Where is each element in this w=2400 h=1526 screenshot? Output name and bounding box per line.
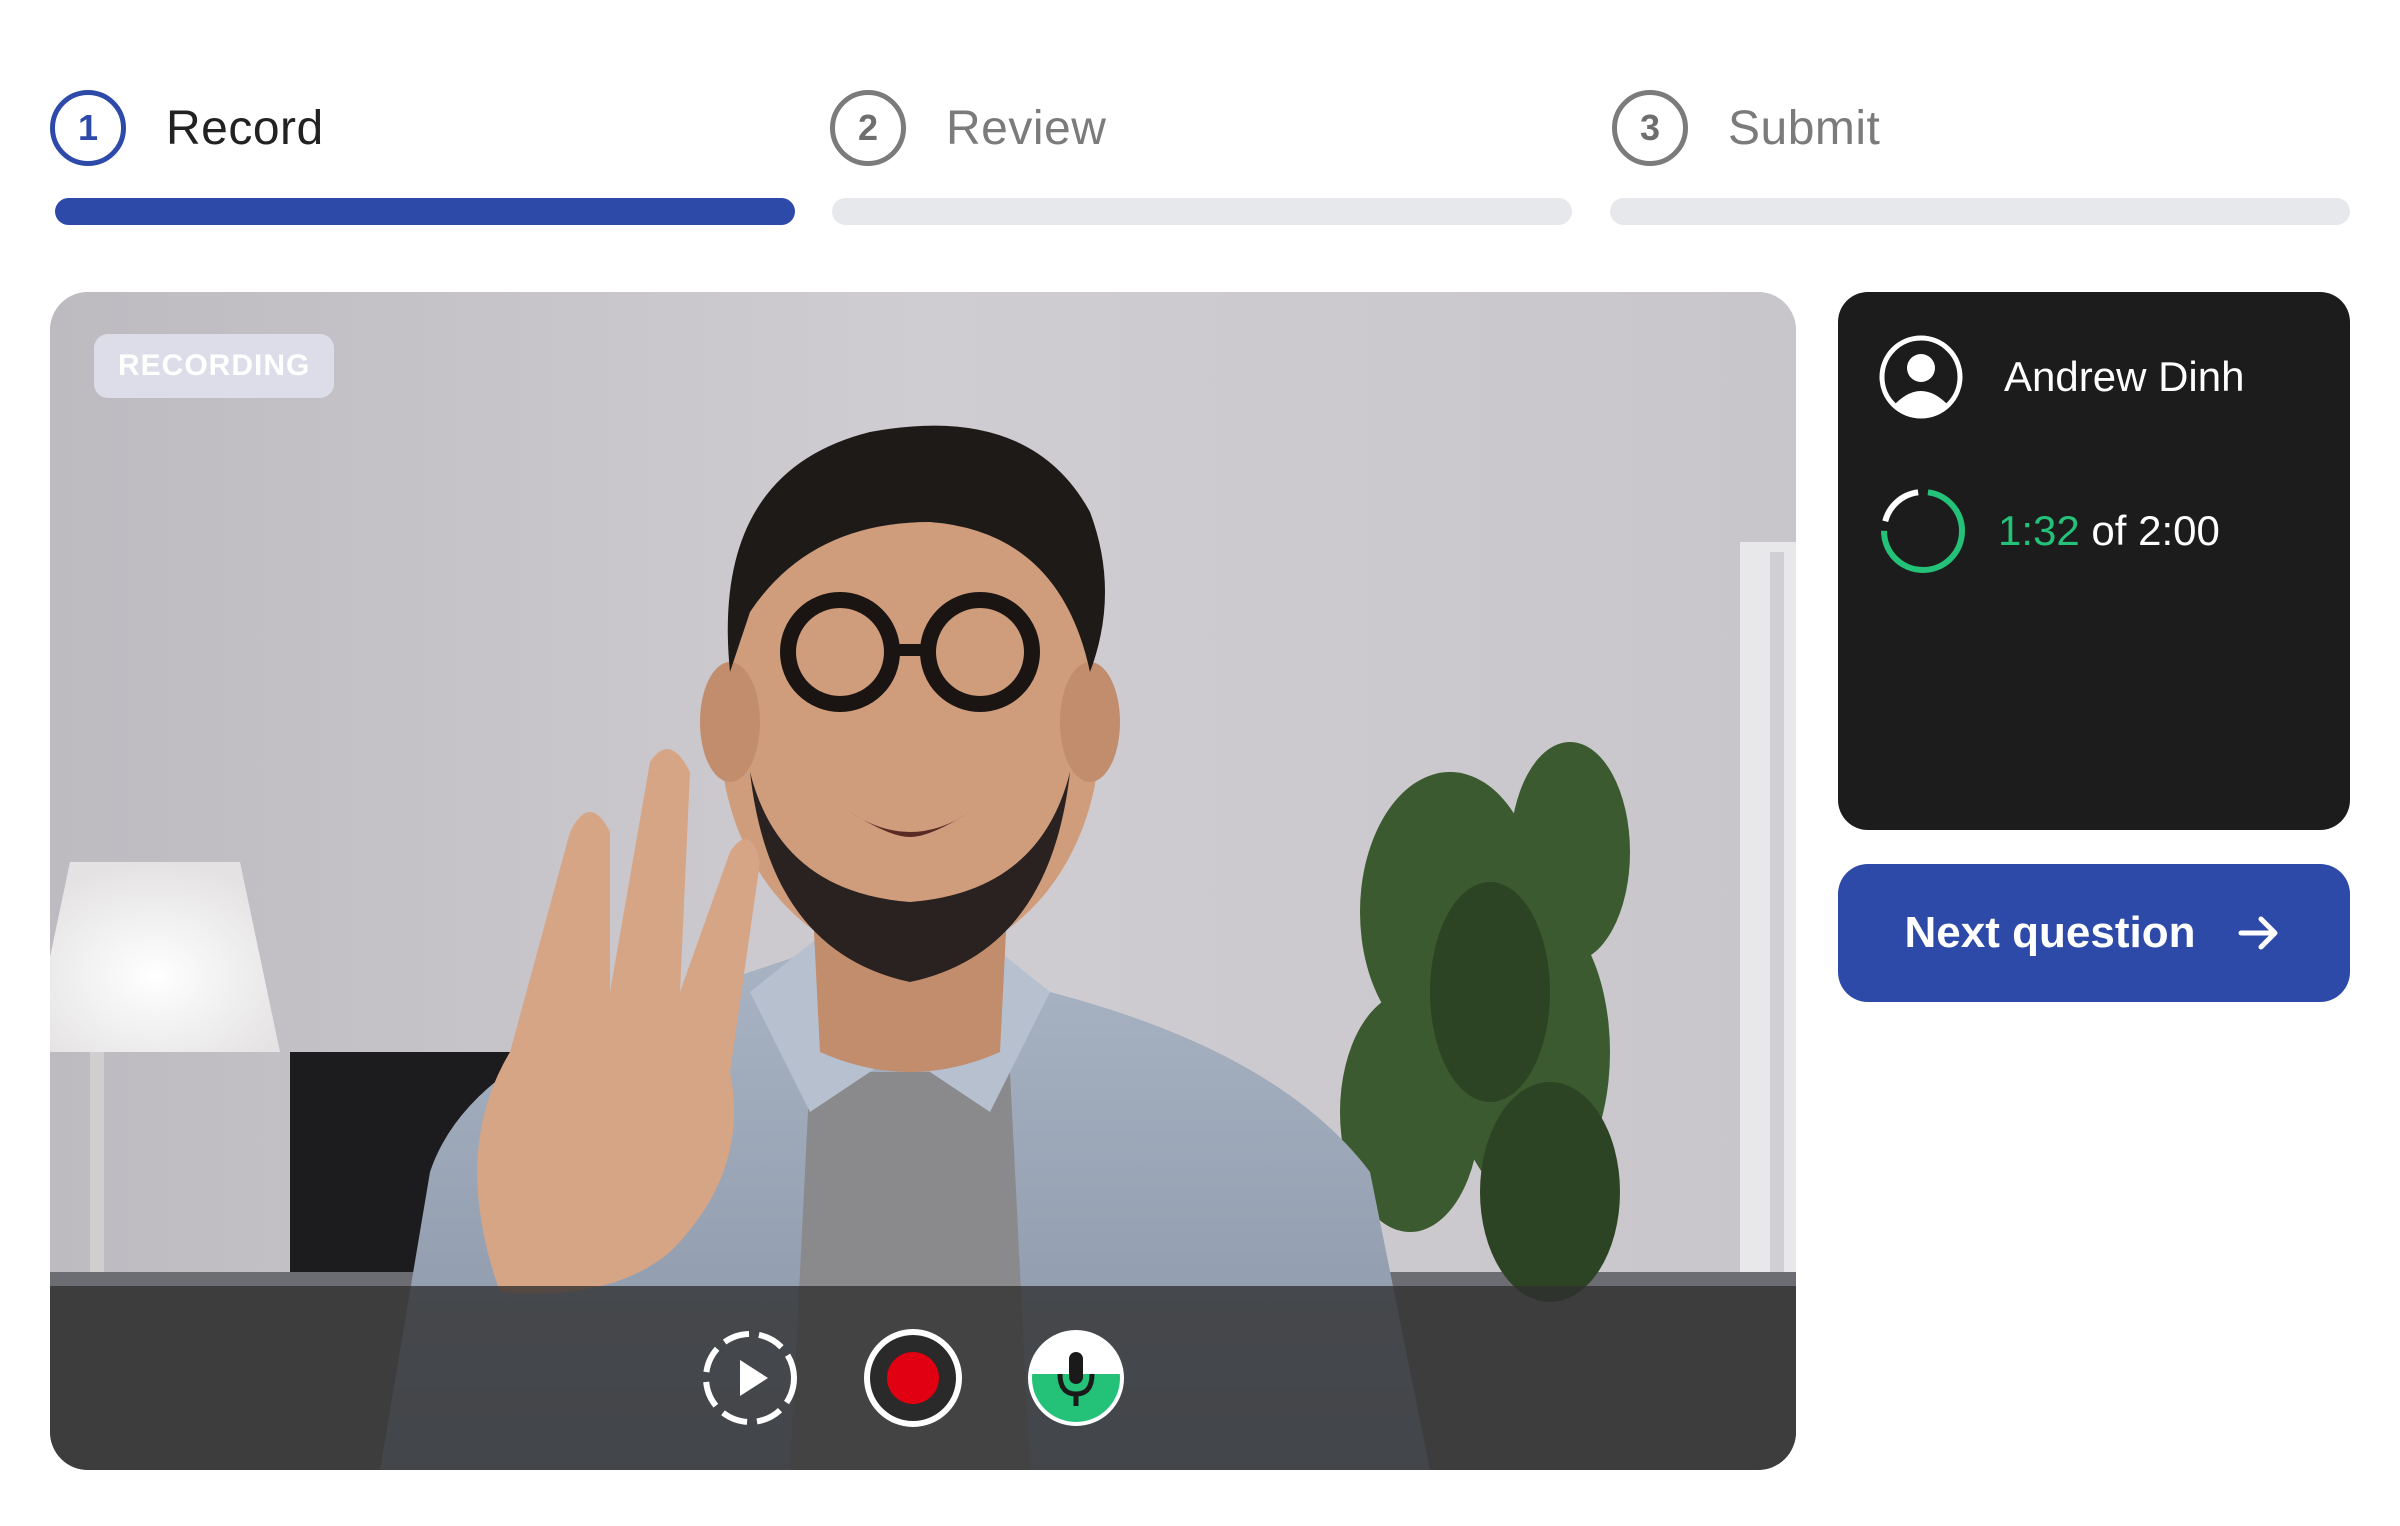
video-preview: RECORDING (50, 292, 1796, 1470)
candidate-name: Andrew Dinh (2004, 353, 2245, 400)
recording-badge: RECORDING (94, 334, 335, 398)
record-icon (864, 1329, 962, 1427)
step-review[interactable]: 2 Review (830, 90, 1106, 166)
timer-progress-ring-icon (1881, 489, 1965, 573)
step-progress-bar-review (832, 198, 1572, 225)
step-label: Record (166, 101, 324, 155)
video-controls-bar (50, 1286, 1796, 1470)
next-question-button[interactable]: Next question (1838, 864, 2350, 1002)
user-avatar-icon (1879, 335, 1963, 419)
arrow-right-icon (2238, 916, 2278, 950)
next-question-label: Next question (1904, 908, 2196, 957)
record-button[interactable] (863, 1328, 963, 1428)
microphone-button[interactable] (1026, 1328, 1126, 1428)
candidate-info: Andrew Dinh (1878, 334, 2244, 420)
step-progress-bar-submit (1610, 198, 2350, 225)
step-progress-bar-record (55, 198, 795, 225)
step-label: Review (946, 101, 1107, 155)
replay-play-icon (703, 1331, 797, 1425)
step-label: Submit (1728, 101, 1881, 155)
candidate-panel: Andrew Dinh 1:32 of 2:00 (1838, 292, 2350, 830)
microphone-icon (1028, 1330, 1124, 1426)
timer-elapsed: 1:32 (1998, 507, 2080, 554)
step-record[interactable]: 1 Record (50, 90, 324, 166)
timer-text: 1:32 of 2:00 (1998, 507, 2220, 555)
timer-separator: of (2091, 507, 2127, 554)
step-number: 2 (830, 90, 906, 166)
step-number: 1 (50, 90, 126, 166)
recording-timer: 1:32 of 2:00 (1878, 486, 2220, 576)
replay-button[interactable] (700, 1328, 800, 1428)
timer-total: 2:00 (2138, 507, 2220, 554)
step-submit[interactable]: 3 Submit (1612, 90, 1880, 166)
step-number: 3 (1612, 90, 1688, 166)
